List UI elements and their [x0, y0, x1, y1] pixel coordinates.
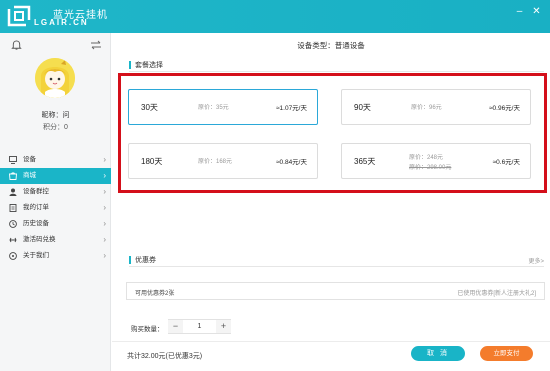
quantity-input[interactable]: 1 — [183, 320, 216, 333]
plan-per-day: ≈0.6元/天 — [492, 159, 520, 166]
sidebar-item-store[interactable]: 商城 › — [0, 168, 111, 184]
sidebar-item-redeem[interactable]: 激活码兑换 › — [0, 232, 111, 248]
sidebar-menu: 设备 › 商城 › 设备群控 › 我的订单 › 历史设备 › 激活码兑换 › 关… — [0, 152, 111, 264]
sidebar-item-label: 设备 — [23, 156, 36, 163]
sidebar: 昵称：问 积分：0 设备 › 商城 › 设备群控 › 我的订单 › 历史设备 › — [0, 33, 111, 371]
sidebar-item-about[interactable]: 关于我们 › — [0, 248, 111, 264]
chevron-right-icon: › — [103, 155, 106, 164]
avatar[interactable] — [35, 58, 75, 98]
divider — [129, 71, 544, 72]
plan-original-price: 原价：96元 — [411, 105, 442, 111]
device-type-label: 设备类型：普通设备 — [297, 41, 365, 50]
cancel-button[interactable]: 取 消 — [411, 346, 465, 361]
quantity-plus-button[interactable]: + — [216, 320, 231, 333]
sidebar-item-label: 关于我们 — [23, 252, 49, 259]
divider — [129, 266, 544, 267]
plan-180-days[interactable]: 180天 原价：168元 ≈0.84元/天 — [128, 143, 318, 179]
plan-original-price: 原价：168元 — [198, 159, 233, 165]
coupon-available: 可用优惠券2张 — [135, 291, 175, 297]
avatar-illustration — [35, 58, 75, 98]
close-button[interactable]: ✕ — [531, 6, 542, 17]
plan-per-day: ≈0.96元/天 — [488, 105, 520, 112]
plan-per-day: ≈1.07元/天 — [275, 105, 307, 112]
coupon-selector[interactable]: 可用优惠券2张 已使用优惠券[新人注册大礼2] — [126, 282, 545, 300]
chevron-right-icon: › — [103, 187, 106, 196]
plan-original-price: 原价：248元 — [409, 155, 444, 161]
pay-now-button[interactable]: 立即支付 — [480, 346, 533, 361]
user-points: 积分：0 — [43, 124, 68, 131]
sidebar-item-label: 设备群控 — [23, 188, 49, 195]
window-controls: – ✕ — [514, 6, 542, 17]
order-total: 共计32.00元(已优惠3元) — [127, 353, 203, 360]
title-bar: 蓝光云挂机 LGAIR.CN – ✕ — [0, 0, 550, 33]
sidebar-item-history[interactable]: 历史设备 › — [0, 216, 111, 232]
group-icon — [9, 188, 17, 196]
sidebar-item-devices[interactable]: 设备 › — [0, 152, 111, 168]
quantity-label: 购买数量： — [131, 326, 164, 333]
minimize-button[interactable]: – — [514, 6, 525, 17]
quantity-minus-button[interactable]: − — [168, 320, 183, 333]
plan-days: 30天 — [141, 103, 158, 112]
app-logo-icon — [7, 5, 31, 27]
info-icon — [9, 252, 17, 260]
key-icon — [9, 237, 17, 243]
quantity-stepper: − 1 + — [168, 319, 231, 334]
plan-original-price: 原价：35元 — [198, 105, 229, 111]
user-nickname: 昵称：问 — [41, 112, 70, 119]
plan-struck-price: 原价：298.00元 — [409, 165, 452, 171]
chevron-right-icon: › — [103, 203, 106, 212]
document-icon — [9, 204, 17, 212]
bell-icon[interactable] — [11, 40, 22, 51]
sidebar-item-label: 历史设备 — [23, 220, 49, 227]
chevron-right-icon: › — [103, 251, 106, 260]
sidebar-item-orders[interactable]: 我的订单 › — [0, 200, 111, 216]
monitor-icon — [9, 156, 17, 164]
plan-days: 180天 — [141, 157, 163, 166]
plan-days: 90天 — [354, 103, 371, 112]
plan-per-day: ≈0.84元/天 — [275, 159, 307, 166]
sidebar-item-group-control[interactable]: 设备群控 › — [0, 184, 111, 200]
coupon-used: 已使用优惠券[新人注册大礼2] — [457, 291, 536, 297]
app-subtitle: LGAIR.CN — [34, 18, 89, 27]
switch-icon[interactable] — [90, 40, 102, 50]
sidebar-item-label: 商城 — [23, 172, 36, 179]
plan-90-days[interactable]: 90天 原价：96元 ≈0.96元/天 — [341, 89, 531, 125]
plan-365-days[interactable]: 365天 原价：248元 原价：298.00元 ≈0.6元/天 — [341, 143, 531, 179]
package-section-title: 套餐选择 — [129, 60, 163, 70]
main-panel: 设备类型：普通设备 套餐选择 30天 原价：35元 ≈1.07元/天 90天 原… — [112, 33, 550, 371]
chevron-right-icon: › — [103, 219, 106, 228]
history-icon — [9, 220, 17, 228]
plan-30-days[interactable]: 30天 原价：35元 ≈1.07元/天 — [128, 89, 318, 125]
more-coupons-link[interactable]: 更多> — [528, 256, 544, 265]
chevron-right-icon: › — [103, 235, 106, 244]
sidebar-item-label: 激活码兑换 — [23, 236, 56, 243]
divider — [112, 341, 550, 342]
store-icon — [9, 172, 17, 180]
coupon-section-title: 优惠券 — [129, 255, 156, 265]
plan-days: 365天 — [354, 157, 376, 166]
chevron-right-icon: › — [103, 171, 106, 180]
sidebar-item-label: 我的订单 — [23, 204, 49, 211]
